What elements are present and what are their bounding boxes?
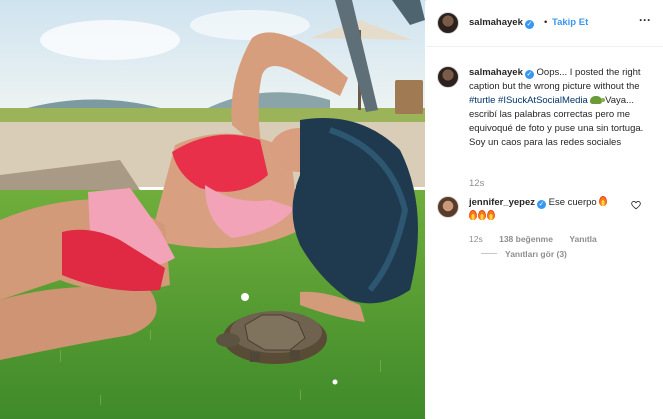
fire-emoji-icon [487, 210, 495, 220]
caption-avatar[interactable] [437, 66, 459, 88]
caption-timestamp[interactable]: 12s [469, 178, 484, 189]
more-options-icon[interactable]: ··· [639, 13, 651, 27]
verified-badge-icon: ✓ [524, 70, 534, 79]
hashtag-link[interactable]: #turtle [469, 95, 495, 106]
caption-username[interactable]: salmahayek [469, 67, 523, 78]
view-replies-button[interactable]: Yanıtları gör (3) [481, 249, 567, 259]
post-caption: salmahayek ✓ Oops... I posted the right c… [469, 66, 655, 150]
author-username-container: salmahayek ✓ [469, 17, 534, 29]
author-avatar[interactable] [437, 12, 459, 34]
post-side-panel: salmahayek ✓ • Takip Et ··· salmahayek ✓ O… [426, 0, 663, 419]
header-separator: • [544, 17, 548, 28]
follow-button[interactable]: Takip Et [552, 17, 588, 28]
verified-badge-icon: ✓ [537, 200, 546, 209]
fire-emoji-icon [469, 210, 477, 220]
beach-photo-illustration [0, 0, 425, 419]
hashtag-link[interactable]: #ISuckAtSocialMedia [498, 95, 588, 106]
comment-text: Ese cuerpo [548, 197, 597, 208]
comment: jennifer_yepez ✓ Ese cuerpo [469, 196, 629, 224]
commenter-avatar[interactable] [437, 196, 459, 218]
comment-likes[interactable]: 138 beğenme [499, 234, 553, 244]
replies-divider-line [481, 253, 497, 254]
view-replies-label: Yanıtları gör (3) [505, 249, 567, 259]
fire-emoji-icon [478, 210, 486, 220]
comment-timestamp[interactable]: 12s [469, 234, 483, 244]
heart-outline-icon[interactable] [631, 200, 641, 210]
commenter-username[interactable]: jennifer_yepez [469, 197, 535, 208]
turtle-emoji-icon [590, 96, 606, 104]
reply-button[interactable]: Yanıtla [569, 234, 596, 244]
fire-emoji-icon [599, 196, 608, 206]
post-photo[interactable] [0, 0, 425, 419]
verified-badge-icon: ✓ [524, 20, 534, 29]
post-header: salmahayek ✓ • Takip Et ··· [426, 0, 663, 47]
author-username[interactable]: salmahayek [469, 17, 523, 28]
comment-meta: 12s 138 beğenme Yanıtla [469, 234, 611, 244]
